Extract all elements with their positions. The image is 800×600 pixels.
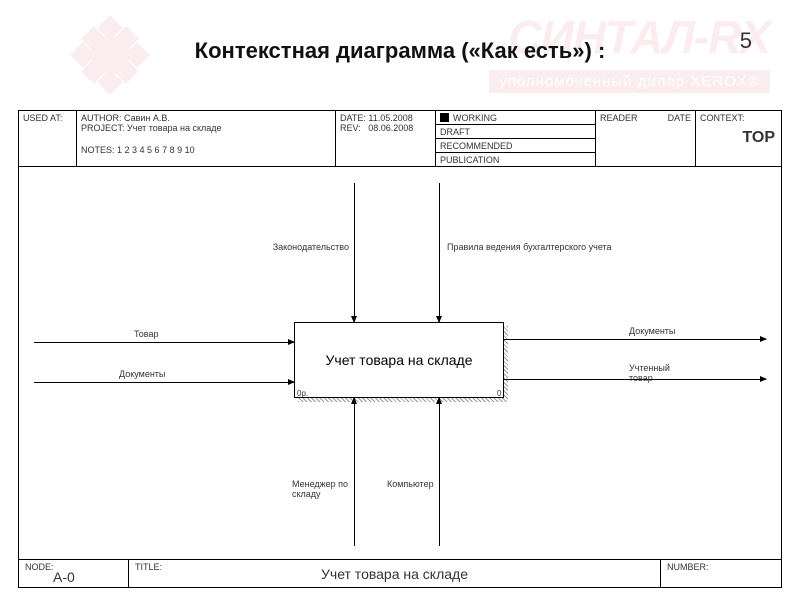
status-box-icon [440,113,449,122]
idef0-frame: USED AT: AUTHOR: Савин А.В. PROJECT: Уче… [18,110,782,588]
author-value: Савин А.В. [124,113,170,123]
date-value: 11.05.2008 [368,113,412,123]
date2-label: DATE [668,113,691,123]
context-value: TOP [742,129,775,147]
header-date-block: DATE: 11.05.2008 REV: 08.06.2008 [336,111,436,166]
footer-node-cell: NODE: A-0 [19,560,129,587]
reader-label: READER [600,113,638,123]
control-arrow-2 [439,183,440,322]
header-context-block: CONTEXT: TOP [696,111,781,166]
footer-title-value: Учет товара на складе [129,566,660,582]
brand-subtitle: уполномоченный дилер XEROX® [489,70,770,93]
notes-label: NOTES: [81,145,115,155]
status-draft: DRAFT [436,125,595,139]
number-label: NUMBER: [667,562,709,572]
status-working: WORKING [436,111,595,125]
rev-label: REV: [340,123,361,133]
date-label: DATE: [340,113,366,123]
node-value: A-0 [53,569,75,585]
project-value: Учет товара на складе [127,123,222,133]
status-publication-label: PUBLICATION [440,155,499,165]
status-working-label: WORKING [453,113,497,123]
page-title: Контекстная диаграмма («Как есть») : [0,38,800,64]
author-label: AUTHOR: [81,113,122,123]
status-publication: PUBLICATION [436,153,595,166]
input-label-2: Документы [119,369,165,379]
diagram-area: Учет товара на складе 0р. 0 Законодатель… [19,167,781,559]
header-row: USED AT: AUTHOR: Савин А.В. PROJECT: Уче… [19,111,781,167]
input-label-1: Товар [134,329,159,339]
central-activity-label: Учет товара на складе [326,352,473,368]
control-label-2: Правила ведения бухгалтерского учета [447,242,627,252]
input-arrow-1 [34,342,294,343]
footer-title-cell: TITLE: Учет товара на складе [129,560,661,587]
box-corner-left: 0р. [297,389,308,398]
status-recommended: RECOMMENDED [436,139,595,153]
notes-value: 1 2 3 4 5 6 7 8 9 10 [117,145,195,155]
central-activity-box: Учет товара на складе [294,322,504,398]
mechanism-label-1: Менеджер по складу [292,479,350,499]
status-draft-label: DRAFT [440,127,470,137]
mechanism-arrow-2 [439,398,440,546]
output-arrow-1 [504,339,766,340]
output-label-1: Документы [629,326,675,336]
input-arrow-2 [34,382,294,383]
footer-number-cell: NUMBER: [661,560,781,587]
header-used-at: USED AT: [19,111,77,166]
header-author-block: AUTHOR: Савин А.В. PROJECT: Учет товара … [77,111,336,166]
node-label: NODE: [25,562,54,572]
project-label: PROJECT: [81,123,125,133]
mechanism-arrow-1 [354,398,355,546]
footer-row: NODE: A-0 TITLE: Учет товара на складе N… [19,559,781,587]
used-at-label: USED AT: [23,113,62,123]
context-label: CONTEXT: [700,113,745,123]
header-reader-block: READER DATE [596,111,696,166]
status-recommended-label: RECOMMENDED [440,141,513,151]
control-label-1: Законодательство [264,242,349,252]
control-arrow-1 [354,183,355,322]
mechanism-label-2: Компьютер [387,479,434,489]
header-status-block: WORKING DRAFT RECOMMENDED PUBLICATION [436,111,596,166]
rev-value: 08.06.2008 [368,123,413,133]
box-corner-right: 0 [497,389,501,398]
output-label-2: Учтенный товар [629,363,689,383]
